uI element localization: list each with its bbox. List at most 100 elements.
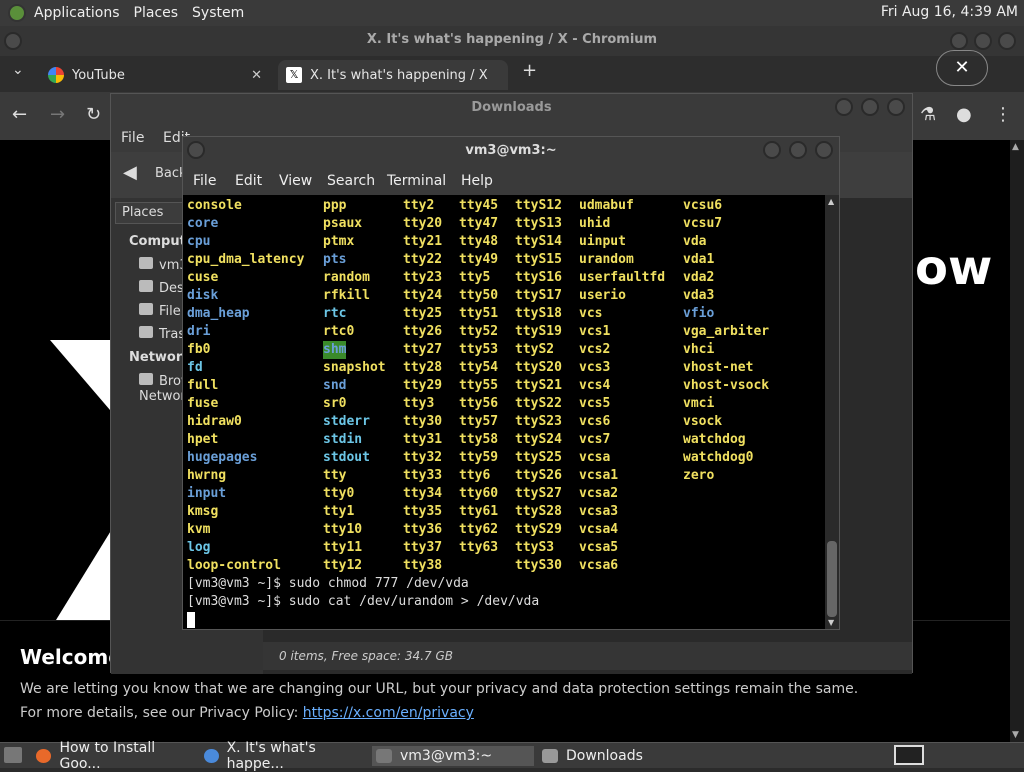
term-menu-file[interactable]: File bbox=[193, 173, 216, 189]
network-icon bbox=[139, 373, 153, 385]
clock[interactable]: Fri Aug 16, 4:39 AM bbox=[881, 4, 1018, 20]
profile-icon[interactable]: ● bbox=[956, 104, 972, 125]
dev-entry: tty60 bbox=[459, 486, 499, 501]
dev-entry: ttyS28 bbox=[515, 504, 562, 519]
applications-icon[interactable] bbox=[8, 4, 26, 22]
dev-entry: ttyS22 bbox=[515, 396, 562, 411]
task-downloads[interactable]: Downloads bbox=[542, 746, 702, 766]
sidebar-item-home[interactable]: vm3 bbox=[139, 257, 188, 273]
dev-entry: tty51 bbox=[459, 306, 499, 321]
term-menu-help[interactable]: Help bbox=[461, 173, 493, 189]
dev-entry: tty6 bbox=[459, 468, 491, 483]
task-how-to-install[interactable]: How to Install Goo... bbox=[36, 740, 196, 772]
term-window-menu-button[interactable] bbox=[187, 141, 205, 159]
dl-back-arrow-icon[interactable]: ◀ bbox=[123, 162, 137, 183]
term-minimize-button[interactable] bbox=[763, 141, 781, 159]
maximize-button[interactable] bbox=[974, 32, 992, 50]
dev-entry: urandom bbox=[579, 252, 634, 267]
dl-maximize-button[interactable] bbox=[861, 98, 879, 116]
menu-system[interactable]: System bbox=[192, 5, 244, 21]
dev-entry: vcsa4 bbox=[579, 522, 619, 537]
tab-close-icon[interactable]: ✕ bbox=[251, 68, 262, 83]
term-menu-view[interactable]: View bbox=[279, 173, 312, 189]
forward-arrow-icon[interactable]: → bbox=[50, 104, 65, 125]
dev-entry: vcsu7 bbox=[683, 216, 723, 231]
dev-entry: kmsg bbox=[187, 504, 219, 519]
tab-youtube[interactable]: YouTube ✕ bbox=[40, 60, 270, 90]
workspace-switcher-icon[interactable] bbox=[894, 745, 924, 765]
tab-x[interactable]: 𝕏 X. It's what's happening / X bbox=[278, 60, 508, 90]
dev-entry: console bbox=[187, 198, 242, 213]
menu-dots-icon[interactable]: ⋮ bbox=[994, 104, 1012, 125]
dev-entry: zero bbox=[683, 468, 715, 483]
dev-entry: tty54 bbox=[459, 360, 499, 375]
dev-entry: tty52 bbox=[459, 324, 499, 339]
tab-search-chevron-icon[interactable]: ⌄ bbox=[12, 62, 24, 78]
dev-entry: ppp bbox=[323, 198, 347, 213]
dl-close-button[interactable] bbox=[887, 98, 905, 116]
dev-entry: ttyS19 bbox=[515, 324, 562, 339]
dev-entry: tty27 bbox=[403, 342, 443, 357]
term-scroll-down-icon[interactable]: ▼ bbox=[828, 618, 834, 627]
task-terminal[interactable]: vm3@vm3:~ bbox=[372, 746, 534, 766]
terminal-scroll-thumb[interactable] bbox=[827, 541, 837, 617]
dev-entry: tty5 bbox=[459, 270, 491, 285]
dev-entry: ttyS17 bbox=[515, 288, 562, 303]
dev-entry: tty23 bbox=[403, 270, 443, 285]
dev-entry: tty30 bbox=[403, 414, 443, 429]
scroll-up-icon[interactable]: ▲ bbox=[1012, 142, 1019, 152]
dev-entry: userfaultfd bbox=[579, 270, 666, 285]
reload-icon[interactable]: ↻ bbox=[86, 104, 101, 125]
dev-entry: vcs6 bbox=[579, 414, 611, 429]
dev-entry: ttyS18 bbox=[515, 306, 562, 321]
labs-flask-icon[interactable]: ⚗ bbox=[920, 104, 936, 125]
privacy-link[interactable]: https://x.com/en/privacy bbox=[303, 705, 474, 721]
dev-entry: vhost-vsock bbox=[683, 378, 770, 393]
task-x-chromium[interactable]: X. It's what's happe... bbox=[204, 740, 364, 772]
terminal-output[interactable]: console core cpu cpu_dma_latency cuse disk dma… bbox=[183, 195, 825, 629]
dev-entry: tty22 bbox=[403, 252, 443, 267]
term-menu-edit[interactable]: Edit bbox=[235, 173, 262, 189]
window-menu-button[interactable] bbox=[4, 32, 22, 50]
menu-applications[interactable]: Applications bbox=[34, 5, 120, 21]
dev-entry: ttyS13 bbox=[515, 216, 562, 231]
folder-icon bbox=[542, 749, 558, 763]
back-arrow-icon[interactable]: ← bbox=[12, 104, 27, 125]
dev-entry: tty57 bbox=[459, 414, 499, 429]
term-close-button[interactable] bbox=[815, 141, 833, 159]
term-maximize-button[interactable] bbox=[789, 141, 807, 159]
places-selector[interactable]: Places bbox=[115, 202, 185, 224]
term-menu-terminal[interactable]: Terminal bbox=[387, 173, 446, 189]
tab-strip: ⌄ YouTube ✕ 𝕏 X. It's what's happening /… bbox=[0, 56, 1024, 92]
dev-entry: hpet bbox=[187, 432, 219, 447]
dev-entry: cuse bbox=[187, 270, 219, 285]
term-scroll-up-icon[interactable]: ▲ bbox=[828, 197, 834, 206]
menu-places[interactable]: Places bbox=[134, 5, 179, 21]
dev-entry: udmabuf bbox=[579, 198, 634, 213]
close-button[interactable] bbox=[998, 32, 1016, 50]
dev-entry: vcsa1 bbox=[579, 468, 619, 483]
dev-entry: ttyS3 bbox=[515, 540, 555, 555]
dev-entry: ttyS27 bbox=[515, 486, 562, 501]
term-menu-search[interactable]: Search bbox=[327, 173, 375, 189]
scroll-down-icon[interactable]: ▼ bbox=[1012, 730, 1019, 740]
dev-entry: rtc0 bbox=[323, 324, 355, 339]
minimize-button[interactable] bbox=[950, 32, 968, 50]
dl-menu-file[interactable]: File bbox=[121, 130, 144, 146]
show-desktop-icon[interactable] bbox=[4, 747, 22, 763]
dev-entry: watchdog bbox=[683, 432, 746, 447]
dev-entry: tty45 bbox=[459, 198, 499, 213]
welcome-close-button[interactable]: ✕ bbox=[936, 50, 988, 86]
terminal-scrollbar[interactable]: ▲ ▼ bbox=[825, 195, 839, 629]
dev-entry: ptmx bbox=[323, 234, 355, 249]
new-tab-button[interactable]: + bbox=[522, 60, 537, 81]
dev-entry: tty1 bbox=[323, 504, 355, 519]
dev-entry: rtc bbox=[323, 306, 347, 321]
dev-entry: tty11 bbox=[323, 540, 363, 555]
dev-entry: snapshot bbox=[323, 360, 386, 375]
dl-minimize-button[interactable] bbox=[835, 98, 853, 116]
dev-entry: sr0 bbox=[323, 396, 347, 411]
dev-entry: tty47 bbox=[459, 216, 499, 231]
page-scrollbar[interactable]: ▲ ▼ bbox=[1010, 140, 1024, 742]
dev-entry: tty bbox=[323, 468, 347, 483]
